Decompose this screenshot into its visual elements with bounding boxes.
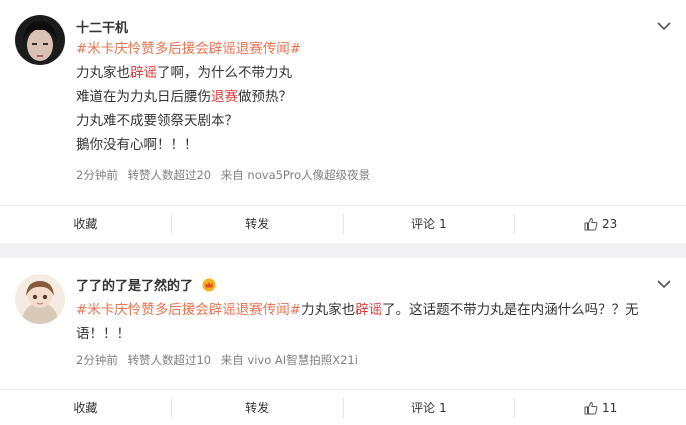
- comment-count: 1: [439, 216, 447, 231]
- thumbs-up-icon: [584, 217, 598, 230]
- like-button[interactable]: 11: [515, 398, 686, 418]
- post-time[interactable]: 2分钟前: [76, 168, 118, 182]
- repost-info: 转赞人数超过20: [127, 168, 212, 182]
- comment-button[interactable]: 评论 1: [344, 213, 516, 234]
- collect-button[interactable]: 收藏: [0, 397, 172, 418]
- content-text: 力丸难不成要领祭天剧本？: [76, 113, 238, 129]
- repost-button[interactable]: 转发: [172, 397, 344, 418]
- post-content: #米卡庆怜赞多后援会辟谣退赛传闻#力丸家也辟谣了。这话题不带力丸是在内涵什么吗？…: [76, 298, 639, 346]
- repost-label: 转发: [245, 217, 270, 231]
- content-line: #米卡庆怜赞多后援会辟谣退赛传闻#力丸家也辟谣了。这话题不带力丸是在内涵什么吗？…: [76, 298, 639, 322]
- chevron-down-icon[interactable]: [656, 21, 672, 31]
- action-bar: 收藏 转发 评论 1 23: [0, 205, 686, 241]
- crown-icon: [202, 278, 216, 292]
- thumbs-up-icon: [584, 401, 598, 414]
- topic-link[interactable]: #米卡庆怜赞多后援会辟谣退赛传闻#: [76, 41, 301, 57]
- collect-button[interactable]: 收藏: [0, 213, 172, 234]
- collect-label: 收藏: [73, 401, 98, 415]
- like-count: 23: [601, 216, 618, 231]
- like-button[interactable]: 23: [515, 214, 686, 234]
- username[interactable]: 十二干机: [76, 17, 128, 36]
- keyword-highlight: 退赛: [211, 89, 238, 105]
- content-line: 难道在为力丸日后腰伤退赛做预热？: [76, 85, 301, 109]
- keyword-highlight: 辟谣: [130, 65, 157, 81]
- comment-button[interactable]: 评论 1: [344, 397, 516, 418]
- topic-link[interactable]: #米卡庆怜赞多后援会辟谣退赛传闻#: [76, 302, 301, 318]
- post-meta: 2分钟前 转赞人数超过20 来自 nova5Pro人像超级夜景: [76, 167, 376, 183]
- content-text: 鵝你没有心啊！！！: [76, 137, 198, 153]
- keyword-highlight: 辟谣: [355, 302, 383, 318]
- comment-label: 评论: [411, 401, 436, 415]
- post-time[interactable]: 2分钟前: [76, 353, 118, 367]
- content-text: 了啊，为什么不带力丸: [157, 65, 292, 81]
- content-line: 力丸难不成要领祭天剧本？: [76, 109, 301, 133]
- username[interactable]: 了了的了是了然的了: [76, 275, 216, 294]
- post-card: 十二干机 #米卡庆怜赞多后援会辟谣退赛传闻# 力丸家也辟谣了啊，为什么不带力丸 难道…: [0, 0, 686, 243]
- avatar[interactable]: [15, 15, 65, 65]
- content-text: 语！！！: [76, 326, 130, 342]
- collect-label: 收藏: [73, 217, 98, 231]
- avatar[interactable]: [15, 274, 65, 324]
- post-meta: 2分钟前 转赞人数超过10 来自 vivo AI智慧拍照X21i: [76, 352, 364, 368]
- like-count: 11: [601, 400, 618, 415]
- comment-count: 1: [439, 400, 447, 415]
- content-text: 力丸家也: [76, 65, 130, 81]
- content-text: 做预热？: [238, 89, 292, 105]
- chevron-down-icon[interactable]: [656, 279, 672, 289]
- action-bar: 收藏 转发 评论 1 11: [0, 389, 686, 425]
- repost-button[interactable]: 转发: [172, 213, 344, 234]
- content-line: 鵝你没有心啊！！！: [76, 133, 301, 157]
- content-text: 力丸家也: [301, 302, 356, 318]
- content-line: 力丸家也辟谣了啊，为什么不带力丸: [76, 61, 301, 85]
- post-card: 了了的了是了然的了 #米卡庆怜赞多后援会辟谣退赛传闻#力丸家也辟谣了。这话题不带…: [0, 258, 686, 425]
- post-source[interactable]: 来自 nova5Pro人像超级夜景: [221, 168, 370, 182]
- post-source[interactable]: 来自 vivo AI智慧拍照X21i: [221, 353, 358, 367]
- content-line: 语！！！: [76, 322, 639, 346]
- post-content: #米卡庆怜赞多后援会辟谣退赛传闻# 力丸家也辟谣了啊，为什么不带力丸 难道在为力丸日…: [76, 37, 301, 157]
- comment-label: 评论: [411, 217, 436, 231]
- repost-info: 转赞人数超过10: [127, 353, 212, 367]
- content-text: 难道在为力丸日后腰伤: [76, 89, 211, 105]
- username-text: 了了的了是了然的了: [76, 279, 194, 294]
- repost-label: 转发: [245, 401, 270, 415]
- content-text: 了。这话题不带力丸是在内涵什么吗？？无: [382, 302, 639, 318]
- content-line: #米卡庆怜赞多后援会辟谣退赛传闻#: [76, 37, 301, 61]
